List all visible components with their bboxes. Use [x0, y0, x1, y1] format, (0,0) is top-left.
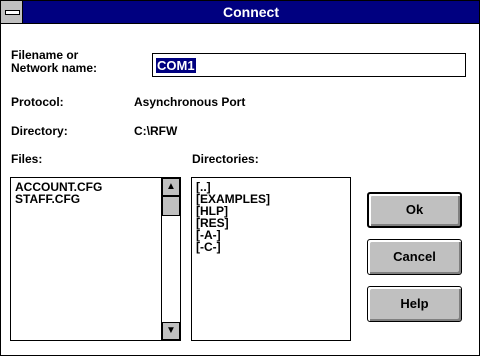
directories-list-items: [..] [EXAMPLES] [HLP] [RES] [-A-] [-C-]: [196, 181, 270, 253]
filename-label-line1: Filename or: [11, 48, 79, 62]
directories-listbox[interactable]: [..] [EXAMPLES] [HLP] [RES] [-A-] [-C-]: [191, 177, 351, 341]
help-button[interactable]: Help: [367, 286, 462, 322]
ok-button[interactable]: Ok: [367, 192, 462, 228]
scroll-up-arrow-icon[interactable]: ▲: [162, 178, 180, 196]
directory-value: C:\RFW: [134, 124, 178, 138]
list-item[interactable]: STAFF.CFG: [15, 193, 102, 205]
system-menu-bar: [5, 10, 20, 15]
list-item[interactable]: [-C-]: [196, 241, 270, 253]
directories-label: Directories:: [192, 152, 259, 166]
files-listbox[interactable]: ACCOUNT.CFG STAFF.CFG ▲ ▼: [10, 177, 181, 341]
filename-input[interactable]: COM1: [152, 53, 466, 77]
filename-label-line2: Network name:: [11, 61, 98, 75]
directory-label: Directory:: [11, 124, 68, 138]
protocol-label: Protocol:: [11, 95, 64, 109]
system-menu-icon[interactable]: [1, 1, 23, 23]
files-label: Files:: [11, 152, 43, 166]
title-bar[interactable]: Connect: [1, 1, 479, 24]
protocol-value: Asynchronous Port: [134, 95, 246, 109]
scroll-down-arrow-icon[interactable]: ▼: [162, 322, 180, 340]
files-list-items: ACCOUNT.CFG STAFF.CFG: [15, 181, 102, 205]
files-scrollbar[interactable]: ▲ ▼: [161, 178, 180, 340]
connect-dialog: Connect Filename or Network name: COM1 P…: [0, 0, 480, 356]
scroll-track[interactable]: [162, 216, 180, 322]
cancel-button[interactable]: Cancel: [367, 239, 462, 275]
scroll-thumb[interactable]: [162, 196, 180, 216]
filename-input-value: COM1: [156, 58, 196, 73]
dialog-title: Connect: [223, 4, 279, 20]
